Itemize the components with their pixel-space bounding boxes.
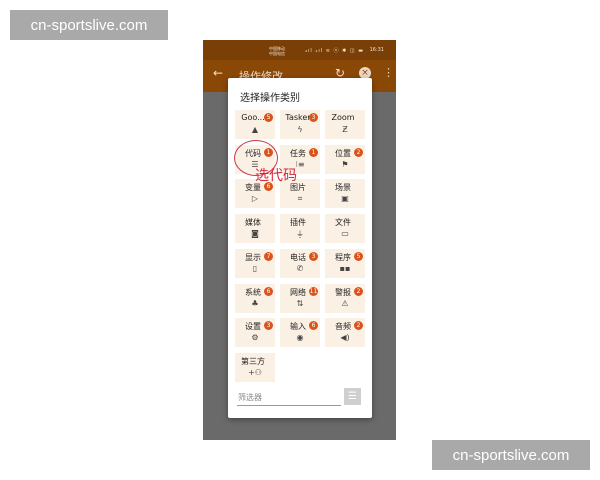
category-tile[interactable]: 网络 ⇅ 11 xyxy=(280,283,320,313)
watermark-bottom: cn-sportslive.com xyxy=(432,440,590,470)
count-badge: 3 xyxy=(309,251,318,261)
group-add-icon: +⚇ xyxy=(248,367,262,377)
category-tile[interactable]: 媒体 ◙ xyxy=(235,214,275,244)
count-badge: 1 xyxy=(309,147,318,157)
category-tile[interactable]: 插件 ⏚ xyxy=(280,214,320,244)
category-label: 场景 xyxy=(335,183,351,193)
carrier-2: 中国电信 xyxy=(269,51,285,56)
count-badge: 5 xyxy=(264,113,273,122)
image-icon: ▣ xyxy=(341,194,349,204)
category-tile[interactable]: 显示 ▯ 7 xyxy=(235,248,275,278)
label-icon: ▷ xyxy=(251,194,259,204)
zoom-icon: Ƶ xyxy=(342,125,348,134)
status-bar: 中国移动 中国电信 ₄ıl ₄ıl ≋ ⓝ ✱ ◫ ▬ 16:31 xyxy=(203,40,396,60)
count-badge: 2 xyxy=(354,286,363,296)
status-icons: ₄ıl ₄ıl ≋ ⓝ ✱ ◫ ▬ xyxy=(305,48,364,54)
category-label: Zoom xyxy=(331,113,355,122)
crop-icon: ⌗ xyxy=(297,194,303,204)
folder-icon: ▭ xyxy=(341,229,349,239)
category-label: 第三方 xyxy=(241,356,265,366)
camera-icon: ◙ xyxy=(251,229,259,239)
count-badge: 2 xyxy=(354,147,363,157)
filter-input[interactable] xyxy=(237,390,341,406)
category-tile[interactable]: Tasker ϟ 3 xyxy=(280,110,320,139)
plug-icon: ⏚ xyxy=(296,230,304,240)
category-tile[interactable]: 音频 ◀) 2 xyxy=(325,318,365,348)
category-tile[interactable]: Goo... ▲ 5 xyxy=(235,110,275,139)
category-tile[interactable]: 程序 ▪▪ 5 xyxy=(325,248,365,278)
watermark-top: cn-sportslive.com xyxy=(10,10,168,40)
category-tile[interactable]: 电话 ✆ 3 xyxy=(280,248,320,278)
gear-icon: ⚙ xyxy=(251,333,259,343)
android-icon: ♣ xyxy=(251,298,259,308)
status-time: 16:31 xyxy=(369,47,384,53)
carrier-labels: 中国移动 中国电信 xyxy=(269,46,285,56)
back-arrow-icon[interactable]: ← xyxy=(213,66,223,80)
category-tile[interactable]: 第三方 +⚇ xyxy=(235,352,275,382)
volume-icon: ◀) xyxy=(340,333,350,343)
warning-icon: ⚠ xyxy=(341,298,349,308)
bolt-icon: ϟ xyxy=(297,125,303,134)
count-badge: 11 xyxy=(309,286,318,296)
call-icon: ✆ xyxy=(296,263,304,273)
google-drive-icon: ▲ xyxy=(251,125,259,134)
category-label: 媒体 xyxy=(245,218,261,228)
category-tile[interactable]: Zoom Ƶ xyxy=(325,110,365,139)
category-tile[interactable]: 文件 ▭ xyxy=(325,214,365,244)
category-dialog: 选择操作类别 Goo... ▲ 5 Tasker ϟ 3 Zoom Ƶ 代码 ☰ 1 任务 ⁝≡ 1 位置 ⚑… xyxy=(228,78,372,418)
annotation-text: 选代码 xyxy=(255,168,297,184)
count-badge: 5 xyxy=(354,251,363,261)
category-tile[interactable]: 设置 ⚙ 3 xyxy=(235,318,275,348)
mouse-icon: ◉ xyxy=(296,333,304,343)
category-label: 文件 xyxy=(335,218,351,228)
count-badge: 7 xyxy=(264,251,273,261)
more-options-icon[interactable]: ⋮ xyxy=(383,66,394,79)
category-tile[interactable]: 输入 ◉ 6 xyxy=(280,318,320,348)
phone-icon: ▯ xyxy=(252,263,258,273)
network-transfer-icon: ⇅ xyxy=(296,298,304,308)
count-badge: 3 xyxy=(309,113,318,122)
filter-list-button[interactable]: ☰ xyxy=(344,388,361,405)
category-label: 插件 xyxy=(290,218,306,228)
category-tile[interactable]: 位置 ⚑ 2 xyxy=(325,144,365,174)
category-tile[interactable]: 警报 ⚠ 2 xyxy=(325,283,365,313)
count-badge: 6 xyxy=(264,286,273,296)
apps-icon: ▪▪ xyxy=(339,263,351,273)
screenshot-page: cn-sportslive.com cn-sportslive.com 中国移动… xyxy=(0,0,600,480)
category-tile[interactable]: 场景 ▣ xyxy=(325,179,365,209)
flag-icon: ⚑ xyxy=(341,159,349,169)
category-tile[interactable]: 系统 ♣ 6 xyxy=(235,283,275,313)
dialog-title: 选择操作类别 xyxy=(240,93,300,104)
